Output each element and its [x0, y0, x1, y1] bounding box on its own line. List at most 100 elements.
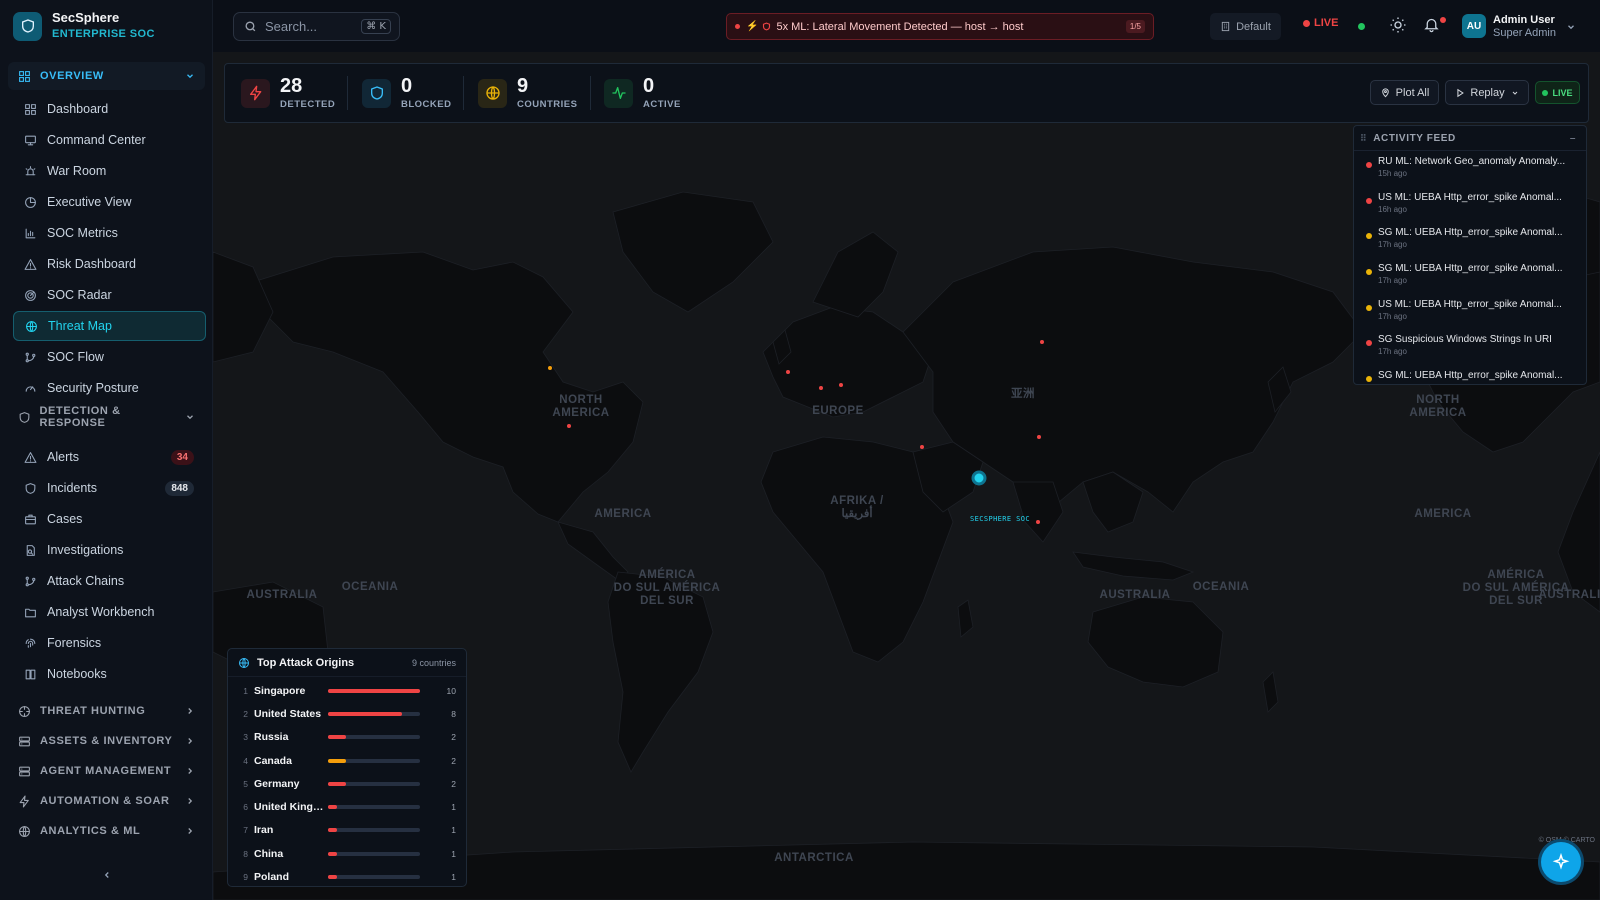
origin-row[interactable]: 1 Singapore 10: [228, 679, 466, 702]
crosshair-icon: [18, 704, 32, 718]
sidebar-item-security-posture[interactable]: Security Posture: [13, 373, 206, 403]
origin-row[interactable]: 8 China 1: [228, 842, 466, 865]
sidebar-item-analyst-workbench[interactable]: Analyst Workbench: [13, 597, 206, 627]
severity-dot: [1366, 376, 1372, 383]
severity-dot: [1366, 269, 1372, 276]
play-icon: [1457, 88, 1465, 97]
sidebar-item-notebooks[interactable]: Notebooks: [13, 659, 206, 689]
activity-feed-panel[interactable]: ⠿ ACTIVITY FEED – RU ML: Network Geo_ano…: [1353, 125, 1587, 385]
brand[interactable]: SecSphere ENTERPRISE SOC: [0, 0, 212, 52]
map-region-label: AMERICA: [594, 508, 652, 520]
alert-ticker[interactable]: ⚡ 5x ML: Lateral Movement Detected — hos…: [726, 13, 1154, 40]
sidebar-item-forensics[interactable]: Forensics: [13, 628, 206, 658]
origin-row[interactable]: 7 Iran 1: [228, 819, 466, 842]
map-region-label: ANTARCTICA: [774, 852, 854, 864]
fingerprint-icon: [24, 636, 38, 650]
folder-icon: [24, 605, 38, 619]
sidebar-item-attack-chains[interactable]: Attack Chains: [13, 566, 206, 596]
brand-name: SecSphere: [52, 10, 120, 25]
attack-marker: [1036, 520, 1040, 524]
feed-item[interactable]: SG ML: UEBA Http_error_spike Anomal...: [1354, 365, 1586, 384]
origin-bar-fill: [328, 711, 402, 716]
feed-item-time: 17h ago: [1378, 347, 1407, 357]
sidebar-item-executive-view[interactable]: Executive View: [13, 187, 206, 217]
section-analytics-and-ml[interactable]: ANALYTICS & ML: [8, 817, 205, 845]
sidebar-item-alerts[interactable]: Alerts 34: [13, 442, 206, 472]
top-attack-origins-panel: Top Attack Origins 9 countries 1 Singapor…: [227, 648, 467, 887]
avatar[interactable]: AU: [1462, 14, 1486, 38]
sidebar-item-command-center[interactable]: Command Center: [13, 125, 206, 155]
section-automation-and-soar[interactable]: AUTOMATION & SOAR: [8, 787, 205, 815]
live-indicator[interactable]: LIVE: [1303, 17, 1338, 29]
section-label: AGENT MANAGEMENT: [40, 765, 172, 777]
sidebar-item-war-room[interactable]: War Room: [13, 156, 206, 186]
replay-button[interactable]: Replay: [1445, 80, 1529, 105]
section-detection-response[interactable]: DETECTION & RESPONSE: [8, 403, 205, 431]
sidebar-item-dashboard[interactable]: Dashboard: [13, 94, 206, 124]
sidebar-item-label: War Room: [47, 164, 107, 178]
minimize-icon[interactable]: –: [1570, 133, 1576, 144]
search-input[interactable]: Search... ⌘ K: [233, 12, 400, 41]
server-icon: [18, 764, 32, 778]
section-threat-hunting[interactable]: THREAT HUNTING: [8, 697, 205, 725]
sidebar-item-incidents[interactable]: Incidents 848: [13, 473, 206, 503]
chevron-down-icon[interactable]: [1566, 22, 1576, 32]
section-assets-and-inventory[interactable]: ASSETS & INVENTORY: [8, 727, 205, 755]
map-region-label: NORTH AMERICA: [1409, 394, 1467, 419]
origin-row[interactable]: 3 Russia 2: [228, 726, 466, 749]
feed-item[interactable]: SG ML: UEBA Http_error_spike Anomal... 17…: [1354, 258, 1586, 294]
sidebar-item-soc-radar[interactable]: SOC Radar: [13, 280, 206, 310]
feed-item-text: US ML: UEBA Http_error_spike Anomal...: [1378, 191, 1562, 203]
stat-value: 9: [517, 75, 529, 97]
drag-handle-icon[interactable]: ⠿: [1360, 133, 1367, 144]
severity-dot: [1366, 233, 1372, 240]
feed-item[interactable]: RU ML: Network Geo_anomaly Anomaly... 15h…: [1354, 151, 1586, 187]
origin-row[interactable]: 5 Germany 2: [228, 772, 466, 795]
live-toggle[interactable]: LIVE: [1535, 81, 1580, 104]
count-badge: 848: [165, 480, 194, 496]
feed-item[interactable]: SG ML: UEBA Http_error_spike Anomal... 17…: [1354, 222, 1586, 258]
plot-all-button[interactable]: Plot All: [1370, 80, 1439, 105]
sidebar-item-risk-dashboard[interactable]: Risk Dashboard: [13, 249, 206, 279]
sidebar-item-label: Command Center: [47, 133, 146, 147]
stat-countries: 9 COUNTRIES: [478, 75, 577, 111]
origin-bar-track: [328, 758, 420, 763]
sidebar-item-label: Attack Chains: [47, 574, 125, 588]
map-region-label: 亚洲: [1011, 388, 1035, 400]
theme-toggle-sun-icon[interactable]: [1389, 16, 1407, 34]
ai-assistant-button[interactable]: [1541, 842, 1581, 882]
workspace-button[interactable]: Default: [1210, 13, 1281, 40]
sparkle-icon: [1552, 853, 1570, 870]
shield-icon: [362, 78, 391, 108]
origin-row[interactable]: 4 Canada 2: [228, 749, 466, 772]
building-icon: [1221, 21, 1230, 32]
section-agent-management[interactable]: AGENT MANAGEMENT: [8, 757, 205, 785]
activity-feed-title: ACTIVITY FEED: [1373, 132, 1456, 144]
attack-marker: [839, 383, 843, 387]
siren-icon: [24, 164, 38, 178]
sidebar-item-investigations[interactable]: Investigations: [13, 535, 206, 565]
section-detection-label: DETECTION & RESPONSE: [39, 405, 121, 429]
sidebar-item-cases[interactable]: Cases: [13, 504, 206, 534]
feed-item[interactable]: US ML: UEBA Http_error_spike Anomal... 16…: [1354, 187, 1586, 223]
origin-count: 1: [451, 872, 456, 883]
origin-country: Iran: [254, 824, 274, 837]
user-menu[interactable]: Admin User Super Admin: [1493, 14, 1556, 40]
origin-row[interactable]: 9 Poland 1: [228, 865, 466, 888]
origin-row[interactable]: 6 United Kingdom 1: [228, 795, 466, 818]
notifications-bell-icon[interactable]: [1423, 16, 1440, 33]
search-icon: [245, 21, 256, 32]
section-overview[interactable]: OVERVIEW: [8, 62, 205, 90]
origin-country: United Kingdom: [254, 801, 326, 814]
feed-item-text: SG ML: UEBA Http_error_spike Anomal...: [1378, 227, 1563, 239]
user-role: Super Admin: [1493, 27, 1556, 39]
sidebar-item-label: Investigations: [47, 543, 124, 557]
sidebar-item-soc-metrics[interactable]: SOC Metrics: [13, 218, 206, 248]
origin-row[interactable]: 2 United States 8: [228, 702, 466, 725]
sidebar-item-soc-flow[interactable]: SOC Flow: [13, 342, 206, 372]
feed-item[interactable]: US ML: UEBA Http_error_spike Anomal... 17…: [1354, 294, 1586, 330]
sidebar-item-label: Threat Map: [48, 319, 112, 333]
feed-item[interactable]: SG Suspicious Windows Strings In URI 17h …: [1354, 329, 1586, 365]
collapse-sidebar-button[interactable]: [97, 865, 117, 885]
sidebar-item-threat-map[interactable]: Threat Map: [13, 311, 206, 341]
